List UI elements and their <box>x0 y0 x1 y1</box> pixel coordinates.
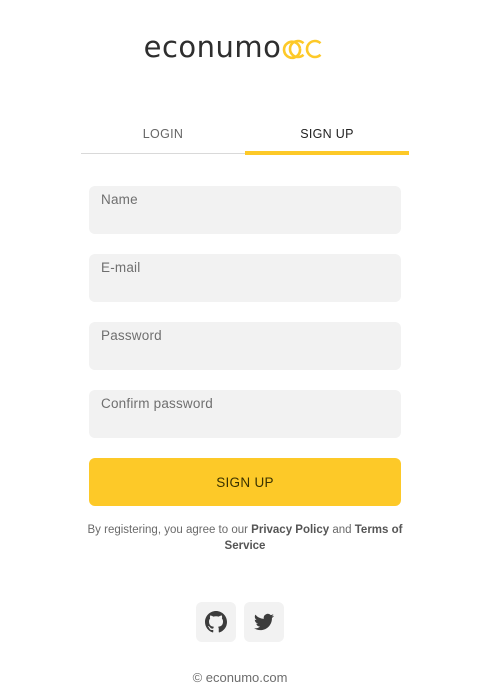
name-input[interactable] <box>101 212 389 230</box>
privacy-policy-link[interactable]: Privacy Policy <box>251 524 329 536</box>
password-field[interactable]: Password <box>89 322 401 370</box>
name-field[interactable]: Name <box>89 186 401 234</box>
sign-up-button[interactable]: SIGN UP <box>89 458 401 506</box>
auth-tabs: LOGIN SIGN UP <box>81 118 409 155</box>
terms-prefix: By registering, you agree to our <box>87 524 252 536</box>
github-button[interactable] <box>196 602 236 642</box>
terms-notice: By registering, you agree to our Privacy… <box>80 522 410 554</box>
email-label: E-mail <box>101 260 141 275</box>
twitter-icon <box>254 613 274 631</box>
password-input[interactable] <box>101 348 389 366</box>
confirm-password-field[interactable]: Confirm password <box>89 390 401 438</box>
brand-logo: econumo <box>0 30 480 64</box>
github-icon <box>205 611 227 633</box>
brand-name: econumo <box>143 30 282 64</box>
tab-sign-up[interactable]: SIGN UP <box>245 118 409 155</box>
brand-mark-icon <box>283 39 322 59</box>
copyright: © econumo.com <box>192 670 288 685</box>
terms-middle: and <box>329 524 355 536</box>
confirm-password-label: Confirm password <box>101 396 213 411</box>
email-field[interactable]: E-mail <box>89 254 401 302</box>
name-label: Name <box>101 192 138 207</box>
tab-login[interactable]: LOGIN <box>81 118 245 153</box>
twitter-button[interactable] <box>244 602 284 642</box>
email-input[interactable] <box>101 280 389 298</box>
confirm-password-input[interactable] <box>101 416 389 434</box>
password-label: Password <box>101 328 162 343</box>
social-links <box>0 602 480 642</box>
